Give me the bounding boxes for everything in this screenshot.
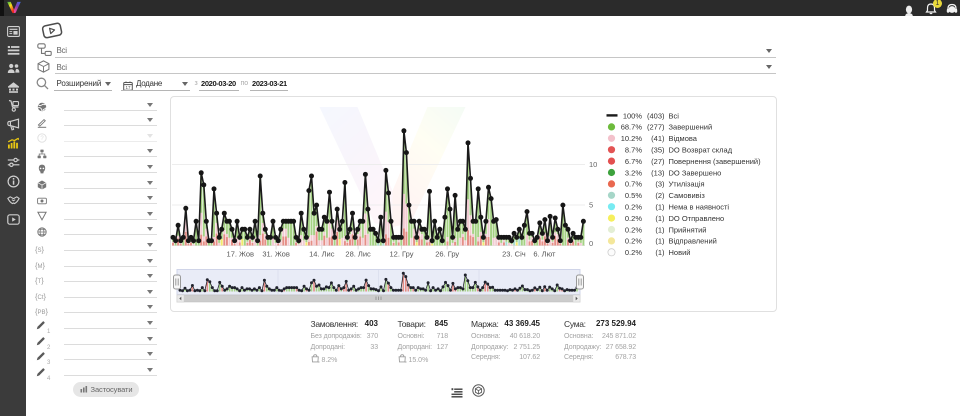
svg-text:x: x xyxy=(404,360,406,363)
svg-text:DO Завершено: DO Завершено xyxy=(669,168,722,177)
svg-text:68.7%: 68.7% xyxy=(621,123,643,132)
svg-text:(2): (2) xyxy=(655,191,665,200)
svg-text:0.2%: 0.2% xyxy=(625,237,642,246)
svg-text:10: 10 xyxy=(589,160,597,169)
svg-text:100%: 100% xyxy=(623,111,643,120)
svg-text:x: x xyxy=(317,360,319,363)
svg-text:Самовивіз: Самовивіз xyxy=(669,191,706,200)
svg-text:0.2%: 0.2% xyxy=(625,225,642,234)
svg-text:(1): (1) xyxy=(655,248,665,257)
svg-text:(1): (1) xyxy=(655,203,665,212)
svg-text:5: 5 xyxy=(589,201,593,210)
svg-text:26. Гру: 26. Гру xyxy=(435,250,459,259)
svg-text:0: 0 xyxy=(589,239,593,248)
svg-text:Утилізація: Утилізація xyxy=(669,180,705,189)
svg-text:0.2%: 0.2% xyxy=(625,248,642,257)
svg-text:6.7%: 6.7% xyxy=(625,157,642,166)
svg-text:(1): (1) xyxy=(655,214,665,223)
svg-text:Повернення (завершений): Повернення (завершений) xyxy=(669,157,762,166)
svg-text:10.2%: 10.2% xyxy=(621,134,643,143)
svg-text:23. Січ: 23. Січ xyxy=(502,250,526,259)
svg-text:(13): (13) xyxy=(651,168,665,177)
svg-text:Нема в наявності: Нема в наявності xyxy=(669,203,730,212)
svg-text:12. Гру: 12. Гру xyxy=(390,250,414,259)
svg-text:Всі: Всі xyxy=(669,111,680,120)
svg-text:Завершений: Завершений xyxy=(669,123,713,132)
svg-text:3.2%: 3.2% xyxy=(625,168,642,177)
svg-text:17. Жов: 17. Жов xyxy=(227,250,255,259)
svg-text:0.2%: 0.2% xyxy=(625,214,642,223)
svg-text:8.7%: 8.7% xyxy=(625,146,642,155)
svg-text:0.7%: 0.7% xyxy=(625,180,642,189)
svg-text:DO Возврат склад: DO Возврат склад xyxy=(669,146,733,155)
svg-text:0.2%: 0.2% xyxy=(625,203,642,212)
svg-text:31. Жов: 31. Жов xyxy=(262,250,290,259)
svg-text:(277): (277) xyxy=(647,123,665,132)
svg-text:(1): (1) xyxy=(655,237,665,246)
svg-text:Новий: Новий xyxy=(669,248,691,257)
svg-text:(35): (35) xyxy=(651,146,665,155)
svg-text:(1): (1) xyxy=(655,225,665,234)
svg-text:0.5%: 0.5% xyxy=(625,191,642,200)
svg-text:Відправлений: Відправлений xyxy=(669,237,717,246)
svg-text:DO Отправлено: DO Отправлено xyxy=(669,214,725,223)
svg-text:Відмова: Відмова xyxy=(669,134,698,143)
svg-text:(41): (41) xyxy=(651,134,665,143)
svg-text:6. Лют: 6. Лют xyxy=(533,250,556,259)
svg-text:(3): (3) xyxy=(655,180,665,189)
svg-text:14. Лис: 14. Лис xyxy=(309,250,335,259)
svg-text:Прийнятий: Прийнятий xyxy=(669,225,707,234)
svg-text:(27): (27) xyxy=(651,157,665,166)
svg-text:(403): (403) xyxy=(647,111,665,120)
svg-text:28. Лис: 28. Лис xyxy=(345,250,371,259)
